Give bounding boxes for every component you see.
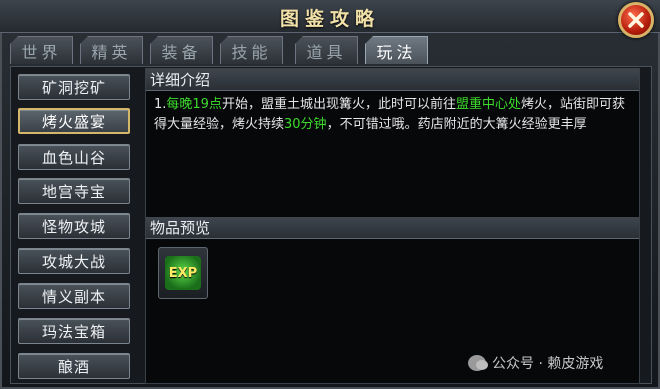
sidebar-item-blood-valley[interactable]: 血色山谷	[18, 144, 130, 170]
detail-description: 1.每晚19点开始，盟重土城出现篝火，此时可以前往盟重中心处烤火，站街即可获得大…	[154, 95, 632, 135]
desc-highlight-time: 每晚19点	[166, 97, 222, 112]
watermark-text: 公众号 · 赖皮游戏	[492, 356, 604, 372]
watermark: 公众号 · 赖皮游戏	[468, 352, 648, 374]
desc-highlight-location: 盟重中心处	[455, 97, 521, 112]
desc-highlight-duration: 30分钟	[284, 117, 327, 132]
desc-text: ，不可错过哦。药店附近的大篝火经验更丰厚	[326, 117, 587, 132]
tab-bar: 世界 精英 装备 技能 道具 玩法	[10, 36, 430, 66]
item-slot[interactable]: EXP	[158, 247, 208, 299]
tab-equipment[interactable]: 装备	[150, 36, 213, 64]
desc-text: 1.	[154, 97, 167, 112]
close-icon	[628, 12, 644, 28]
sidebar-item-bonfire-feast[interactable]: 烤火盛宴	[18, 108, 130, 134]
tab-world[interactable]: 世界	[10, 36, 73, 64]
sidebar-item-siege-war[interactable]: 攻城大战	[18, 248, 130, 274]
desc-text: 开始，盟重土城出现篝火，此时可以前往	[221, 97, 456, 112]
preview-heading: 物品预览	[146, 217, 639, 239]
sidebar-item-monster-siege[interactable]: 怪物攻城	[18, 213, 130, 239]
tab-elite[interactable]: 精英	[80, 36, 143, 64]
detail-heading: 详细介绍	[146, 69, 639, 91]
tab-items[interactable]: 道具	[295, 36, 358, 64]
tab-skills[interactable]: 技能	[220, 36, 283, 64]
tab-gameplay[interactable]: 玩法	[365, 36, 428, 64]
window-title: 图鉴攻略	[279, 8, 380, 30]
sidebar-item-mafa-chest[interactable]: 玛法宝箱	[18, 318, 130, 344]
wechat-icon	[468, 355, 488, 371]
sidebar-item-palace-treasure[interactable]: 地宫寺宝	[18, 178, 130, 204]
close-button[interactable]	[618, 2, 654, 38]
sidebar: 矿洞挖矿 烤火盛宴 血色山谷 地宫寺宝 怪物攻城 攻城大战 情义副本 玛法宝箱 …	[16, 70, 134, 382]
sidebar-item-brewing[interactable]: 酿酒	[18, 353, 130, 379]
sidebar-item-loyalty-dungeon[interactable]: 情义副本	[18, 283, 130, 309]
exp-icon: EXP	[165, 256, 201, 290]
sidebar-item-mining[interactable]: 矿洞挖矿	[18, 74, 130, 100]
detail-panel: 详细介绍 1.每晚19点开始，盟重土城出现篝火，此时可以前往盟重中心处烤火，站街…	[145, 68, 640, 384]
title-bar: 图鉴攻略	[0, 0, 660, 33]
